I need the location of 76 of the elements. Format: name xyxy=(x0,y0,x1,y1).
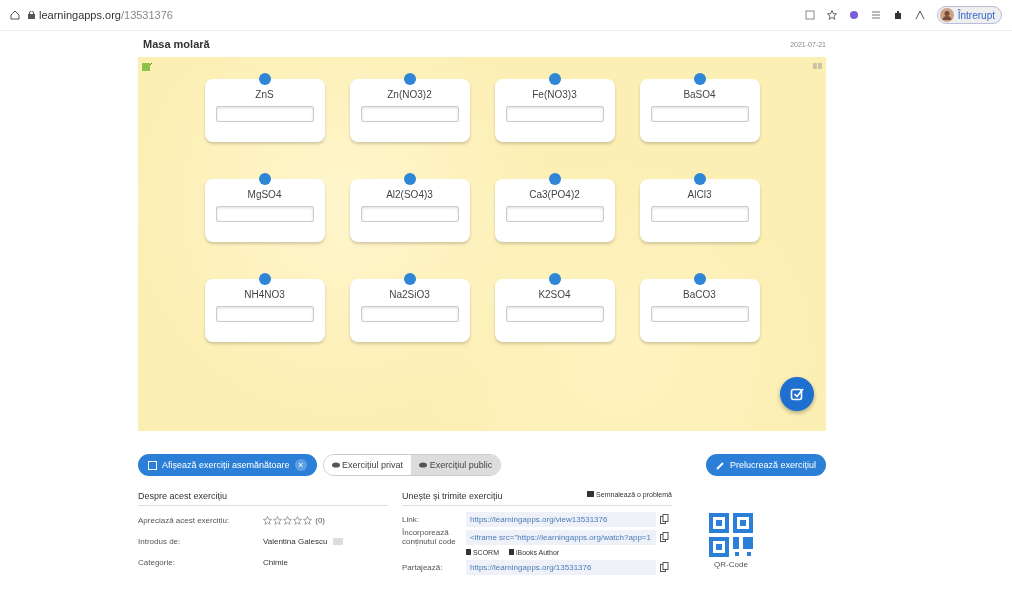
answer-field[interactable] xyxy=(215,206,314,222)
qr-code-icon xyxy=(709,513,753,557)
drag-handle[interactable] xyxy=(403,173,416,185)
drag-handle[interactable] xyxy=(693,73,706,85)
profile-button[interactable]: Întrerupt xyxy=(936,6,1002,24)
rating-count: (0) xyxy=(314,516,325,525)
qr-caption: QR-Code xyxy=(714,560,748,569)
answer-field[interactable] xyxy=(650,206,749,222)
file-icon xyxy=(509,548,514,555)
formula-label: Na2SiO3 xyxy=(389,289,430,300)
star-icon[interactable] xyxy=(826,10,837,20)
formula-label: K2SO4 xyxy=(538,289,571,300)
drag-handle[interactable] xyxy=(548,173,561,185)
avatar-icon xyxy=(939,8,954,22)
list-icon[interactable] xyxy=(870,10,881,20)
drag-handle[interactable] xyxy=(548,273,561,285)
field-label: Link: xyxy=(402,514,420,524)
formula-label: NH4NO3 xyxy=(244,289,285,300)
drag-handle[interactable] xyxy=(403,73,416,85)
field-label: Partajează: xyxy=(402,562,444,572)
drag-handle[interactable] xyxy=(403,273,416,285)
formula-label: AlCl3 xyxy=(687,189,712,200)
eye-icon xyxy=(331,462,340,468)
author-name[interactable]: Valentina Galescu xyxy=(263,537,328,546)
drag-handle[interactable] xyxy=(258,73,271,85)
answer-field[interactable] xyxy=(505,206,604,222)
answer-field[interactable] xyxy=(650,306,749,322)
link-field[interactable]: https://learningapps.org/view13531376 xyxy=(466,511,656,527)
exercise-title: Masa molară xyxy=(142,38,210,50)
field-label: Introdus de: xyxy=(138,537,182,546)
link-field[interactable]: <iframe src="https://learningapps.org/watch?app=1 xyxy=(466,529,656,545)
flag-icon xyxy=(587,491,595,497)
eye-icon xyxy=(419,462,428,468)
formula-label: Ca3(PO4)2 xyxy=(529,189,580,200)
answer-field[interactable] xyxy=(505,106,604,122)
formula-label: BaSO4 xyxy=(683,89,716,100)
file-icon xyxy=(466,548,471,555)
answer-field[interactable] xyxy=(360,106,459,122)
formula-label: ZnS xyxy=(255,89,274,100)
section-heading: Despre acest exercițiu xyxy=(138,491,228,501)
formula-label: Al2(SO4)3 xyxy=(386,189,433,200)
answer-field[interactable] xyxy=(505,306,604,322)
star-rating[interactable] xyxy=(263,516,312,525)
field-value: Chimie xyxy=(263,558,289,567)
flag-icon xyxy=(333,538,344,545)
lock-icon xyxy=(28,11,35,19)
home-icon[interactable] xyxy=(10,10,20,20)
pencil-icon xyxy=(715,460,725,470)
answer-field[interactable] xyxy=(215,306,314,322)
field-label: Încorporează conținutul code xyxy=(402,528,457,546)
copy-icon[interactable] xyxy=(660,562,669,572)
drag-handle[interactable] xyxy=(693,173,706,185)
answer-field[interactable] xyxy=(650,106,749,122)
grid-icon[interactable] xyxy=(804,10,815,20)
check-button[interactable] xyxy=(780,377,814,411)
visibility-tab[interactable]: Exercițiul public xyxy=(411,455,501,475)
url-text[interactable]: learningapps.org/13531376 xyxy=(39,9,173,21)
formula-label: BaCO3 xyxy=(683,289,716,300)
answer-field[interactable] xyxy=(215,106,314,122)
formula-label: Zn(NO3)2 xyxy=(387,89,432,100)
drag-handle[interactable] xyxy=(548,73,561,85)
checkbox-icon xyxy=(148,460,157,470)
checkbox-icon xyxy=(790,387,804,401)
field-label: Categorie: xyxy=(138,558,176,567)
formula-label: MgSO4 xyxy=(247,189,282,200)
section-heading: Unește și trimite exercițiu xyxy=(402,491,503,501)
field-label: Apreciază acest exercițiu: xyxy=(138,516,231,525)
formula-label: Fe(NO3)3 xyxy=(532,89,577,100)
edit-exercise-button[interactable]: Prelucrează exercițiul xyxy=(705,454,826,476)
answer-field[interactable] xyxy=(360,306,459,322)
link-field[interactable]: https://learningapps.org/13531376 xyxy=(466,559,656,575)
drag-handle[interactable] xyxy=(258,273,271,285)
answer-field[interactable] xyxy=(360,206,459,222)
drag-handle[interactable] xyxy=(693,273,706,285)
similar-exercises-button[interactable]: Afișează exerciții asemănătoare × xyxy=(138,454,317,476)
drag-handle[interactable] xyxy=(258,173,271,185)
